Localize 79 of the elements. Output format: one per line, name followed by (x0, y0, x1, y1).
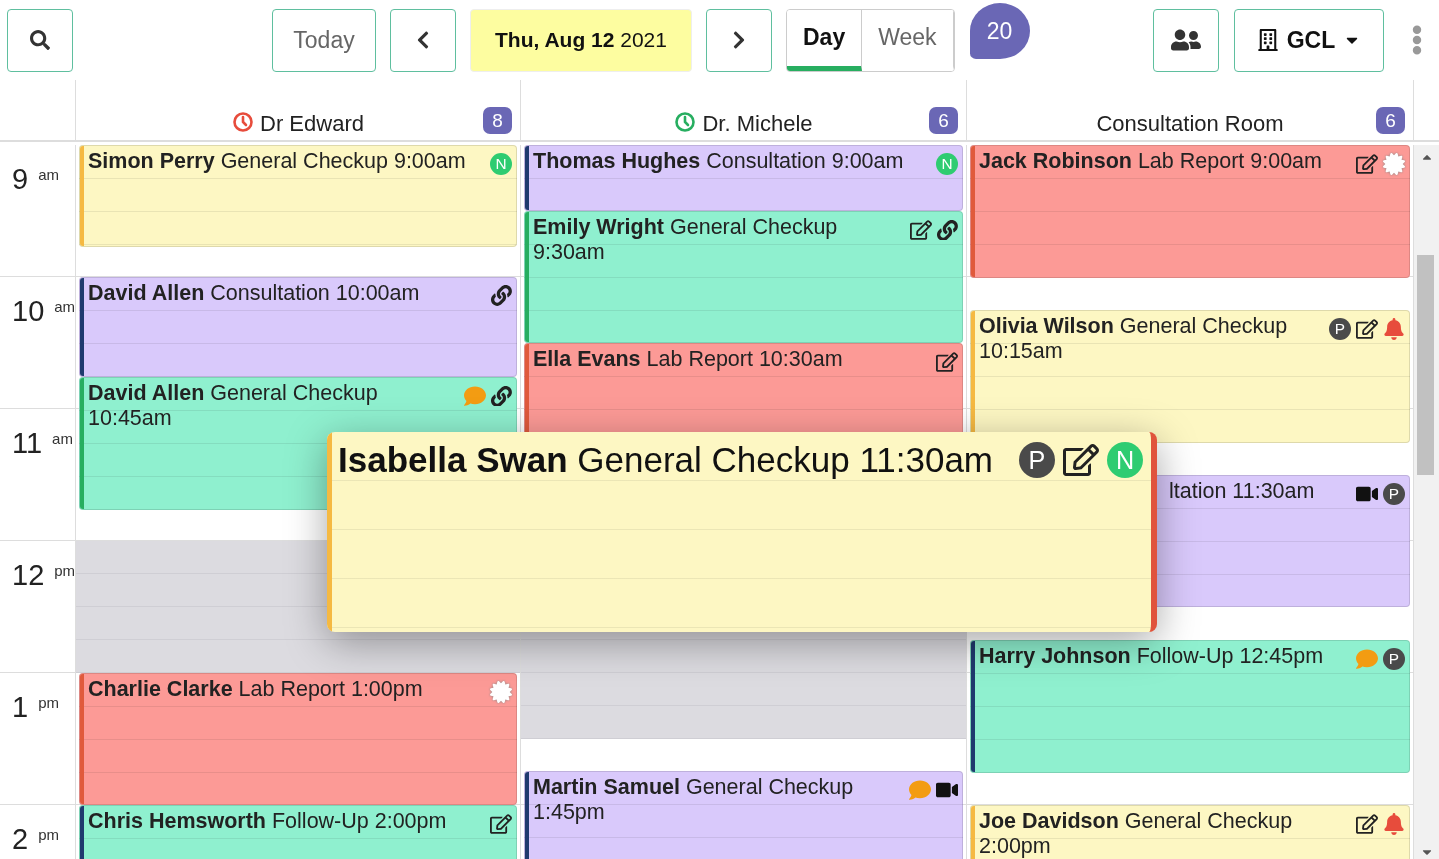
period-label: am (38, 166, 59, 183)
appointment-title: Charlie Clarke Lab Report 1:00pm (88, 677, 424, 702)
comment-icon (1356, 648, 1378, 670)
appointment-title: Jack Robinson Lab Report 9:00am (979, 149, 1323, 174)
period-label: pm (38, 826, 59, 843)
bell-icon (1383, 813, 1405, 835)
comment-icon (464, 385, 487, 407)
today-button[interactable]: Today (272, 8, 376, 72)
link-icon (491, 385, 512, 407)
hour-label: 2 (12, 823, 29, 856)
appointment-title: Emily Wright General Checkup 9:30am (533, 215, 839, 265)
date-button[interactable]: Thu, Aug 12 2021 (470, 8, 692, 72)
appointment-title: David Allen Consultation 10:00am (88, 281, 421, 306)
link-icon (937, 219, 958, 241)
edit-icon[interactable] (936, 351, 958, 373)
staff-button[interactable] (1153, 8, 1219, 72)
appointment-card[interactable]: Martin Samuel General Checkup 1:45pm (524, 771, 963, 859)
edit-icon[interactable] (1356, 318, 1378, 340)
view-tab[interactable]: Day (787, 9, 863, 71)
status-badge: P (1019, 442, 1055, 478)
edit-icon[interactable] (1356, 813, 1378, 835)
appointment-title: Thomas Hughes Consultation 9:00am (533, 149, 905, 174)
status-badge: N (490, 153, 512, 175)
appointment-card[interactable]: Olivia Wilson General Checkup 10:15am P (970, 310, 1410, 443)
seal-icon (1383, 153, 1405, 175)
hour-label: 12 (12, 559, 45, 592)
status-badge: P (1383, 483, 1405, 505)
bell-icon (1383, 318, 1405, 340)
edit-icon[interactable] (1063, 442, 1099, 478)
search-icon (30, 30, 50, 50)
comment-icon (909, 779, 931, 801)
appointment-card[interactable]: Simon Perry General Checkup 9:00am N (79, 145, 517, 247)
status-badge: N (936, 153, 958, 175)
appointment-card[interactable]: Jack Robinson Lab Report 9:00am (970, 145, 1410, 278)
resource-name: Consultation Room (1096, 111, 1284, 137)
search-button[interactable] (7, 8, 73, 72)
edit-icon[interactable] (1356, 153, 1378, 175)
scrollbar-thumb[interactable] (1417, 255, 1434, 475)
hour-label: 11 (12, 427, 43, 460)
appointment-title: Chris Hemsworth Follow-Up 2:00pm (88, 809, 448, 834)
edit-icon[interactable] (910, 219, 933, 241)
link-icon (491, 285, 512, 306)
appointment-popup[interactable]: Isabella Swan General Checkup 11:30am P N (327, 432, 1157, 632)
period-label: pm (54, 562, 76, 579)
hour-label: 9 (12, 163, 29, 196)
total-count-badge: 20 (969, 3, 1030, 59)
appointment-title: Harry Johnson Follow-Up 12:45pm (979, 644, 1325, 669)
appointment-card[interactable]: Charlie Clarke Lab Report 1:00pm (79, 673, 517, 805)
hour-label: 10 (12, 295, 45, 328)
count-badge: 6 (1376, 107, 1405, 134)
appointment-title: Olivia Wilson General Checkup 10:15am (979, 314, 1289, 364)
hour-label: 1 (12, 691, 29, 724)
period-label: am (54, 298, 76, 315)
status-badge: P (1383, 648, 1405, 670)
building-icon (1256, 29, 1279, 51)
edit-icon[interactable] (490, 813, 512, 835)
appointment-title: Martin Samuel General Checkup 1:45pm (533, 775, 855, 825)
resource-name: Dr. Michele (702, 111, 813, 137)
period-label: am (52, 430, 73, 447)
appointment-title: ltation 11:30am (1168, 479, 1316, 504)
appointment-card[interactable]: Chris Hemsworth Follow-Up 2:00pm (79, 805, 517, 859)
appointment-card[interactable]: Harry Johnson Follow-Up 12:45pm P (970, 640, 1410, 773)
scrollbar[interactable] (1413, 145, 1439, 859)
appointment-title: Simon Perry General Checkup 9:00am (88, 149, 467, 174)
count-badge: 6 (929, 107, 958, 134)
appointment-card[interactable]: David Allen Consultation 10:00am (79, 277, 517, 377)
period-label: pm (38, 694, 59, 711)
appointment-card[interactable]: Emily Wright General Checkup 9:30am (524, 211, 963, 343)
resource-name: Dr Edward (260, 111, 364, 137)
seal-icon (490, 681, 512, 703)
appointment-title: David Allen General Checkup 10:45am (88, 381, 379, 431)
appointment-title: Ella Evans Lab Report 10:30am (533, 347, 844, 372)
appointment-card[interactable]: Thomas Hughes Consultation 9:00am N (524, 145, 963, 211)
appointment-title: Joe Davidson General Checkup 2:00pm (979, 809, 1294, 859)
location-dropdown[interactable]: GCL (1234, 8, 1384, 72)
appointment-card[interactable]: Joe Davidson General Checkup 2:00pm (970, 805, 1410, 859)
status-badge: N (1107, 442, 1143, 478)
count-badge: 8 (483, 107, 512, 134)
status-badge: P (1329, 318, 1351, 340)
